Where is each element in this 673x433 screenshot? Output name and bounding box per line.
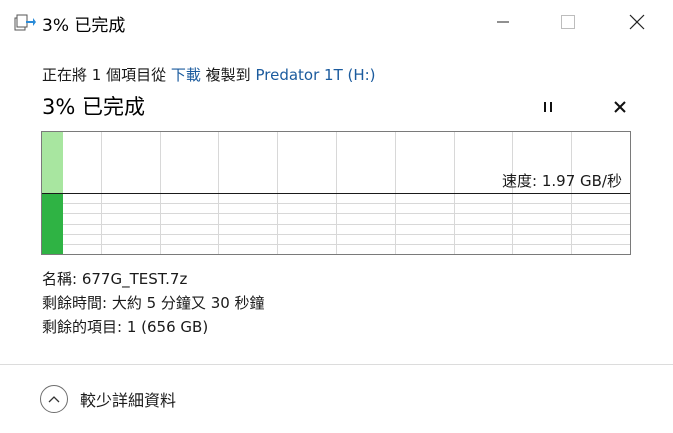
pause-icon: [544, 102, 552, 112]
copy-description: 正在將 1 個項目從 下載 複製到 Predator 1T (H:): [42, 64, 376, 85]
footer-divider: [0, 364, 673, 365]
name-value: 677G_TEST.7z: [81, 270, 188, 288]
progress-status: 3% 已完成: [42, 95, 145, 119]
window-title: 3% 已完成: [42, 16, 126, 36]
completed-area: [42, 193, 63, 254]
source-link[interactable]: 下載: [171, 66, 201, 84]
pause-button[interactable]: [537, 96, 559, 118]
cancel-icon: [614, 101, 626, 113]
name-label: 名稱:: [42, 270, 78, 288]
completed-area-light: [42, 132, 63, 193]
items-remaining-value: 1 (656 GB): [126, 318, 209, 336]
desc-prefix: 正在將 1 個項目從: [42, 66, 167, 84]
minimize-button[interactable]: [480, 0, 526, 44]
chevron-up-icon: [48, 396, 60, 403]
name-row: 名稱: 677G_TEST.7z: [42, 267, 265, 291]
details-panel: 名稱: 677G_TEST.7z 剩餘時間: 大約 5 分鐘又 30 秒鐘 剩餘…: [42, 267, 265, 339]
file-copy-icon: [14, 14, 36, 31]
destination-link[interactable]: Predator 1T (H:): [255, 66, 375, 84]
time-remaining-row: 剩餘時間: 大約 5 分鐘又 30 秒鐘: [42, 291, 265, 315]
speed-label: 速度: 1.97 GB/秒: [502, 172, 622, 190]
cancel-button[interactable]: [609, 96, 631, 118]
title-bar: 3% 已完成: [0, 0, 673, 44]
close-icon: [629, 14, 645, 30]
chevron-up-button[interactable]: [40, 385, 68, 413]
items-remaining-label: 剩餘的項目:: [42, 318, 123, 336]
fewer-details-label[interactable]: 較少詳細資料: [80, 387, 176, 411]
speed-graph: 速度: 1.97 GB/秒: [41, 131, 631, 255]
speed-graph-canvas: [42, 132, 630, 254]
time-remaining-label: 剩餘時間:: [42, 294, 108, 312]
close-window-button[interactable]: [614, 0, 660, 44]
items-remaining-row: 剩餘的項目: 1 (656 GB): [42, 315, 265, 339]
minimize-icon: [497, 21, 509, 23]
time-remaining-value: 大約 5 分鐘又 30 秒鐘: [111, 294, 265, 312]
fewer-details-toggle[interactable]: 較少詳細資料: [40, 385, 176, 413]
maximize-button[interactable]: [545, 0, 591, 44]
desc-middle: 複製到: [205, 66, 251, 84]
maximize-icon: [561, 15, 575, 29]
